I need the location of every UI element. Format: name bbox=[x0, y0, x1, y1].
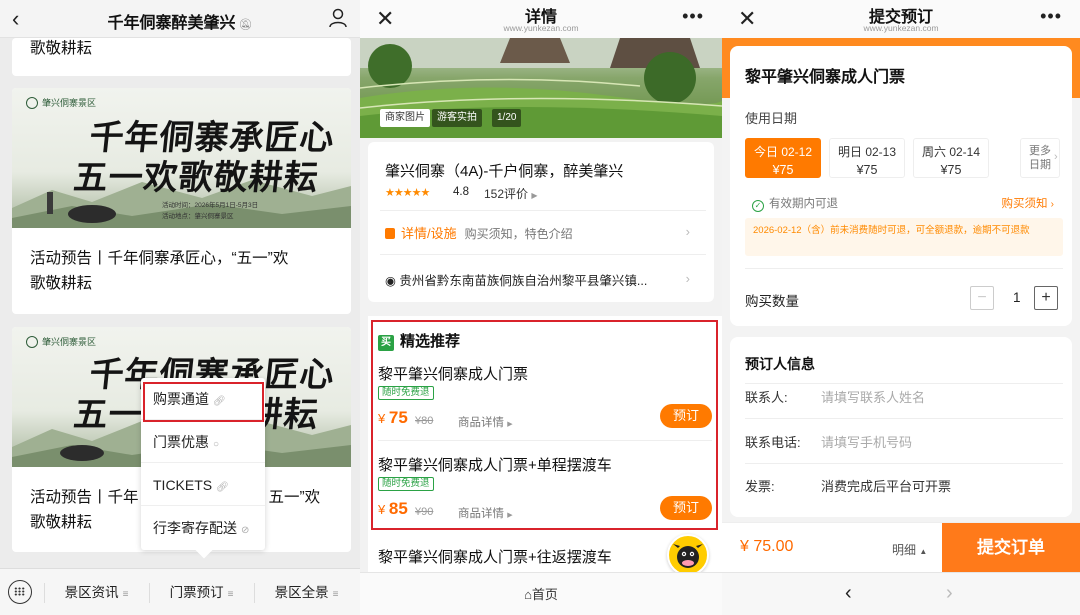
scenic-photo[interactable]: 商家图片 游客实拍 1/20 bbox=[360, 38, 722, 138]
more-icon[interactable]: ••• bbox=[1040, 6, 1062, 27]
chevron-right-icon: › bbox=[1054, 151, 1058, 163]
article-card[interactable]: 肇兴侗寨景区 千年侗寨承匠心 五一欢歌敬耕耘 活动时间：2026年5月1日-5月… bbox=[12, 88, 351, 314]
date-label: 使用日期 bbox=[745, 111, 798, 126]
more-dates-button[interactable]: 更多 日期 › bbox=[1020, 138, 1060, 178]
menu-lines-icon: ≡ bbox=[122, 589, 129, 600]
quantity-label: 购买数量 bbox=[745, 294, 799, 309]
more-icon[interactable]: ••• bbox=[682, 6, 704, 27]
watermark-url: www.yunkezan.com bbox=[503, 23, 579, 33]
quantity-increase-button[interactable]: + bbox=[1034, 286, 1058, 310]
poster-calligraphy-line2: 五一欢歌敬耕耘 bbox=[71, 158, 321, 198]
close-icon[interactable]: ✕ bbox=[738, 6, 756, 32]
contact-phone-input[interactable]: 请填写手机号码 bbox=[821, 432, 912, 451]
profile-icon[interactable] bbox=[328, 8, 348, 28]
chevron-right-icon: › bbox=[685, 271, 690, 286]
ticket-title: 黎平肇兴侗寨成人门票 bbox=[745, 69, 906, 86]
poster-event-time: 活动时间：2026年5月1日-5月3日 bbox=[162, 202, 259, 209]
price-detail-toggle[interactable]: 明细 ▲ bbox=[892, 541, 927, 558]
submit-bar: ¥ 75.00 明细 ▲ 提交订单 bbox=[722, 522, 1080, 573]
tab-visitor-photos[interactable]: 游客实拍 bbox=[432, 109, 482, 127]
photo-counter: 1/20 bbox=[492, 109, 522, 127]
facility-row[interactable]: 详情/设施 购买须知，特色介绍 bbox=[385, 223, 573, 242]
location-pin-icon: ◉ bbox=[385, 274, 396, 288]
wechat-official-account-panel: ‹ 千年侗寨醉美肇兴 🔕︎ 歌敬耕耘 肇兴侗寨景区 千年侗寨承匠心 五一欢歌敬耕耘… bbox=[0, 0, 360, 615]
caret-up-icon: ▲ bbox=[919, 547, 928, 556]
miniprogram-icon: ⊘ bbox=[241, 525, 250, 536]
article-card-top[interactable]: 歌敬耕耘 bbox=[12, 38, 351, 76]
invoice-row: 发票: 消费完成后平台可开票 bbox=[745, 476, 1063, 495]
scenic-info-card: 肇兴侗寨（4A)-千户侗寨，醉美肇兴 ★★★★★ 4.8 152评价 ▶ 详情/… bbox=[368, 142, 714, 302]
bell-off-icon: 🔕︎ bbox=[238, 19, 253, 31]
back-arrow-icon[interactable]: ‹ bbox=[845, 582, 852, 605]
forward-arrow-icon[interactable]: › bbox=[946, 582, 953, 605]
address-row[interactable]: ◉ 贵州省黔东南苗族侗族自治州黎平县肇兴镇... bbox=[385, 270, 681, 289]
menu-scenic-panorama[interactable]: 景区全景 ≡ bbox=[255, 569, 358, 615]
menu-item-ticket-discount[interactable]: 门票优惠 ○ bbox=[141, 421, 265, 463]
rating-stars-icon: ★★★★★ bbox=[385, 187, 430, 199]
tab-merchant-photos[interactable]: 商家图片 bbox=[380, 109, 430, 127]
chat-title: 千年侗寨醉美肇兴 bbox=[107, 15, 236, 32]
rating-score: 4.8 bbox=[453, 186, 469, 198]
scenic-logo-icon bbox=[26, 335, 38, 348]
refund-notice: 2026-02-12（含）前未消费随时可退，可全额退款，逾期不可退款 bbox=[745, 218, 1063, 256]
menu-scenic-news[interactable]: 景区资讯 ≡ bbox=[45, 569, 148, 615]
date-option-today[interactable]: 今日 02-12 ¥75 bbox=[745, 138, 821, 178]
poster-event-place: 活动地点：肇兴侗寨景区 bbox=[162, 213, 234, 220]
article-title: 活动预告丨千年侗寨承匠心，“五一”欢 bbox=[30, 250, 289, 267]
quantity-decrease-button[interactable]: − bbox=[970, 286, 994, 310]
mascot-cow-icon[interactable] bbox=[667, 534, 709, 576]
menu-item-tickets[interactable]: TICKETS 🔗︎ bbox=[141, 464, 265, 506]
submit-order-button[interactable]: 提交订单 bbox=[942, 523, 1080, 573]
menu-lines-icon: ≡ bbox=[227, 589, 234, 600]
check-circle-icon: ✓ bbox=[752, 200, 764, 212]
article-title: 活动预告丨千年 bbox=[30, 489, 139, 506]
date-option-saturday[interactable]: 周六 02-14 ¥75 bbox=[913, 138, 989, 178]
booking-header: ✕ 提交预订 www.yunkezan.com ••• bbox=[722, 0, 1080, 38]
refund-policy: 有效期内可退 bbox=[769, 198, 838, 210]
menu-ticket-booking[interactable]: 门票预订 ≡ bbox=[150, 569, 253, 615]
ticket-option-card: 黎平肇兴侗寨成人门票 使用日期 今日 02-12 ¥75 明日 02-13 ¥75 … bbox=[730, 46, 1072, 326]
close-icon[interactable]: ✕ bbox=[376, 6, 394, 32]
document-icon bbox=[385, 228, 395, 239]
chevron-right-icon: › bbox=[685, 224, 690, 239]
order-total: ¥ 75.00 bbox=[740, 538, 794, 555]
scenic-logo-icon bbox=[26, 96, 38, 109]
article-title: 歌敬耕耘 bbox=[30, 40, 93, 57]
purchase-notice-link[interactable]: 购买须知 › bbox=[1001, 195, 1054, 211]
scenic-name: 肇兴侗寨（4A)-千户侗寨，醉美肇兴 bbox=[385, 163, 624, 180]
browser-nav-bar: ‹ › bbox=[722, 572, 1080, 615]
back-arrow-icon[interactable]: ‹ bbox=[12, 6, 19, 32]
highlight-ticket-channel bbox=[143, 382, 264, 422]
contact-name-input[interactable]: 请填写联系人姓名 bbox=[821, 387, 925, 406]
chevron-right-icon: › bbox=[1050, 199, 1054, 210]
bottom-menu-bar: 景区资讯 ≡ 门票预订 ≡ 景区全景 ≡ bbox=[0, 568, 360, 615]
ticket-name[interactable]: 黎平肇兴侗寨成人门票+往返摆渡车 bbox=[378, 546, 612, 567]
date-option-tomorrow[interactable]: 明日 02-13 ¥75 bbox=[829, 138, 905, 178]
keyboard-icon[interactable] bbox=[8, 580, 32, 604]
event-poster: 肇兴侗寨景区 千年侗寨承匠心 五一欢歌敬耕耘 活动时间：2026年5月1日-5月… bbox=[12, 88, 351, 228]
menu-lines-icon: ≡ bbox=[332, 589, 339, 600]
quantity-value: 1 bbox=[1013, 290, 1021, 305]
chat-header: ‹ 千年侗寨醉美肇兴 🔕︎ bbox=[0, 0, 360, 38]
invoice-info: 消费完成后平台可开票 bbox=[821, 479, 952, 494]
home-bar[interactable]: ⌂首页 bbox=[360, 572, 722, 615]
home-icon: ⌂ bbox=[524, 587, 532, 602]
booker-info-title: 预订人信息 bbox=[745, 356, 815, 372]
booker-info-card: 预订人信息 联系人: 请填写联系人姓名 联系电话: 请填写手机号码 发票: 消费完成后… bbox=[730, 337, 1072, 517]
arrow-right-icon: ▶ bbox=[531, 191, 538, 200]
chat-icon: ○ bbox=[213, 439, 220, 450]
contact-name-row: 联系人: 请填写联系人姓名 bbox=[745, 387, 1063, 406]
submit-booking-panel: ✕ 提交预订 www.yunkezan.com ••• 黎平肇兴侗寨成人门票 使… bbox=[722, 0, 1080, 615]
watermark-url: www.yunkezan.com bbox=[863, 23, 939, 33]
highlight-recommend bbox=[371, 320, 718, 530]
link-icon: 🔗︎ bbox=[216, 482, 229, 493]
contact-phone-row: 联系电话: 请填写手机号码 bbox=[745, 432, 1063, 451]
detail-header: ✕ 详情 www.yunkezan.com ••• bbox=[360, 0, 722, 38]
scenic-detail-panel: ✕ 详情 www.yunkezan.com ••• 商家图片 游客实拍 1/20… bbox=[360, 0, 722, 615]
review-count-link[interactable]: 152评价 ▶ bbox=[484, 185, 538, 202]
